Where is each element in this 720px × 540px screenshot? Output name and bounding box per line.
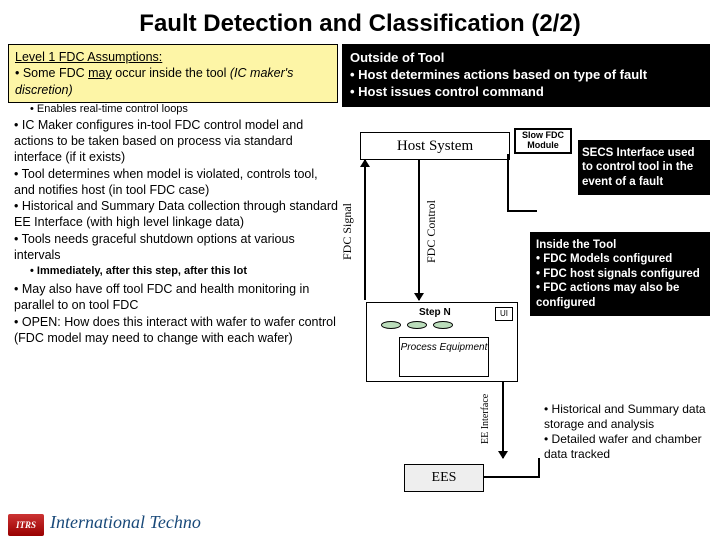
ui-box: UI [495, 307, 513, 321]
fdc-signal-label: FDC Signal [340, 166, 360, 296]
process-equipment-box: Process Equipment [399, 337, 489, 377]
ee-interface-label: EE Interface [480, 384, 500, 454]
historical-box: • Historical and Summary data storage an… [544, 402, 710, 462]
right-column: Outside of Tool • Host determines action… [342, 44, 710, 346]
itrs-logo: ITRS [8, 514, 44, 536]
bullets-group-a: • IC Maker configures in-tool FDC contro… [8, 115, 338, 263]
immediately-bullet: • Immediately, after this step, after th… [8, 265, 338, 277]
arrow-ee [502, 382, 504, 458]
page-title: Fault Detection and Classification (2/2) [0, 0, 720, 44]
main-layout: Level 1 FDC Assumptions: • Some FDC may … [0, 44, 720, 346]
connector-ees [482, 458, 540, 478]
arrow-signal [364, 160, 366, 300]
fdc-control-label: FDC Control [424, 166, 444, 296]
step-label: Step N [419, 307, 451, 318]
bullets-group-b: • May also have off tool FDC and health … [8, 279, 338, 346]
arrow-control [418, 160, 420, 300]
host-system-box: Host System [360, 132, 510, 160]
tool-box: Step N UI Process Equipment [366, 302, 518, 382]
assumptions-box: Level 1 FDC Assumptions: • Some FDC may … [8, 44, 338, 103]
wafer-icon [433, 321, 453, 329]
footer: ITRS International Techno [8, 512, 201, 536]
outside-tool-box: Outside of Tool • Host determines action… [342, 44, 710, 107]
inside-tool-box: Inside the Tool • FDC Models configured … [530, 232, 710, 316]
wafer-icon [381, 321, 401, 329]
assumptions-heading: Level 1 FDC Assumptions: [15, 49, 331, 65]
slow-fdc-box: Slow FDC Module [514, 128, 572, 154]
wafer-icon [407, 321, 427, 329]
secs-interface-box: SECS Interface used to control tool in t… [578, 140, 710, 195]
ees-box: EES [404, 464, 484, 492]
footer-text: International Techno [50, 512, 201, 532]
connector-slow [507, 154, 537, 212]
assumptions-line1: • Some FDC may occur inside the tool (IC… [15, 65, 331, 98]
realtime-bullet: • Enables real-time control loops [8, 103, 338, 115]
left-column: Level 1 FDC Assumptions: • Some FDC may … [8, 44, 338, 346]
